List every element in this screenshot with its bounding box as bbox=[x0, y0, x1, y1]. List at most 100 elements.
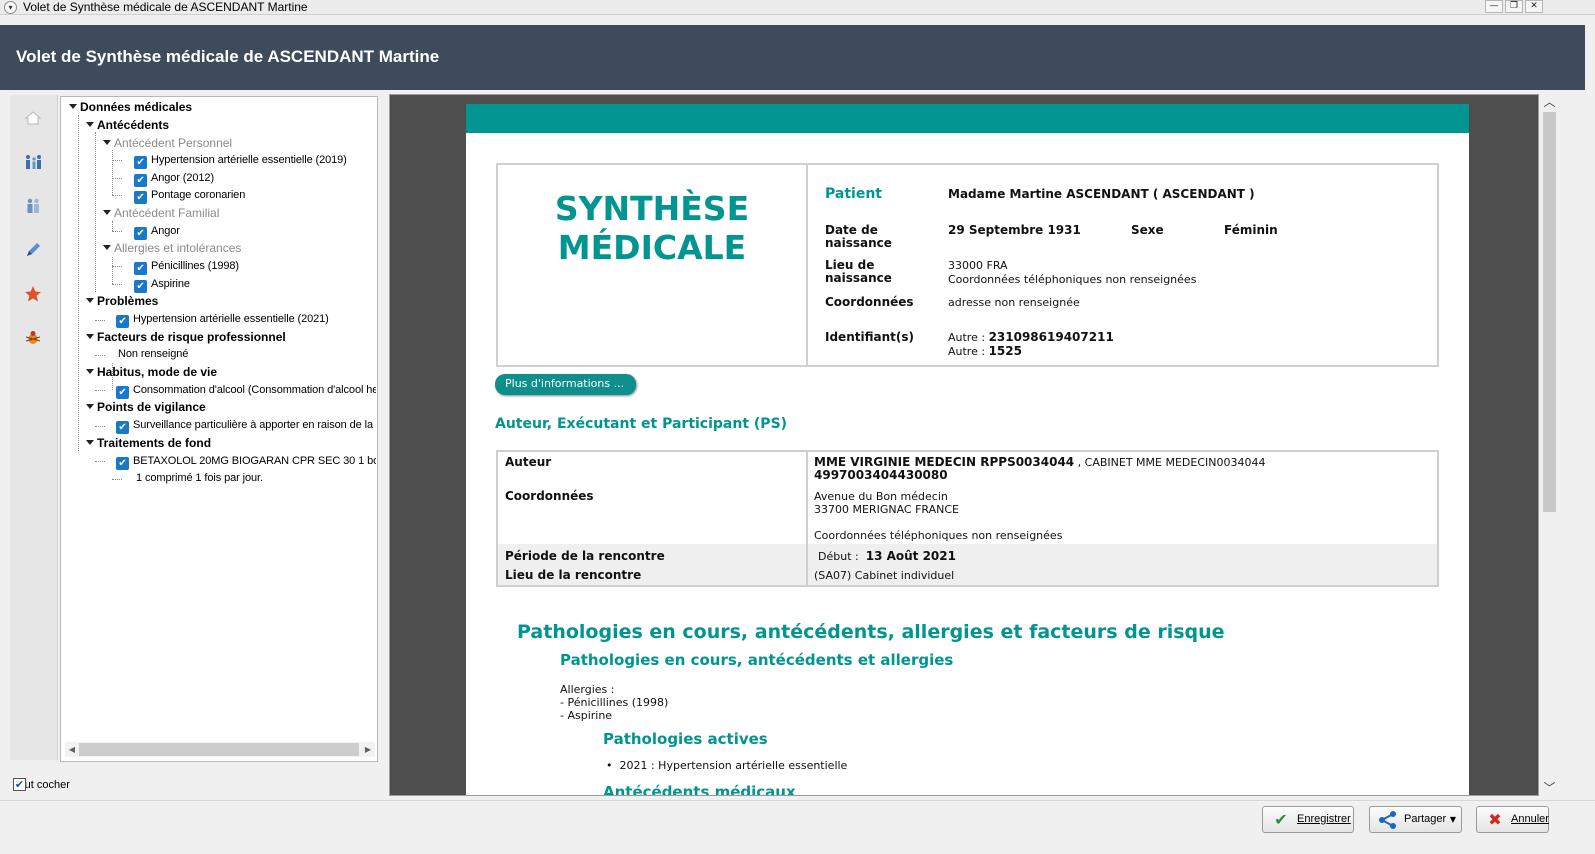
system-menu-icon[interactable]: ▾ bbox=[4, 1, 17, 14]
bottom-action-bar: ✔ Enregistrer Partager ▼ ✖ Annuler bbox=[0, 800, 1595, 837]
auteur-label: Auteur bbox=[505, 455, 552, 469]
periode-value: Début : 13 Août 2021 bbox=[818, 549, 956, 564]
tree-item[interactable]: ✔ Pontage coronarien bbox=[134, 187, 245, 204]
document-title: SYNTHÈSE MÉDICALE bbox=[554, 189, 750, 267]
dob-value: 29 Septembre 1931 bbox=[948, 223, 1081, 237]
coordonnees-label: Coordonnées bbox=[825, 295, 914, 309]
tree-item-detail: 1 comprimé 1 fois par jour. bbox=[136, 472, 263, 484]
dob-label: Date de naissance bbox=[825, 223, 892, 250]
tree-item[interactable]: ✔ Aspirine bbox=[134, 276, 190, 293]
checkbox-checked[interactable]: ✔ bbox=[134, 191, 147, 204]
page-title: Volet de Synthèse médicale de ASCENDANT … bbox=[16, 47, 440, 66]
share-button[interactable]: Partager ▼ bbox=[1369, 806, 1462, 833]
tree-node-facteurs-risque[interactable]: Facteurs de risque professionnel bbox=[86, 329, 286, 346]
auteur-section-title: Auteur, Exécutant et Participant (PS) bbox=[495, 416, 788, 432]
tree-item[interactable]: ✔ Consommation d'alcool (Consommation d'a… bbox=[116, 382, 376, 399]
checkbox-checked[interactable]: ✔ bbox=[134, 156, 147, 169]
tree-node-traitements[interactable]: Traitements de fond bbox=[86, 435, 211, 452]
tree-item[interactable]: ✔ Hypertension artérielle essentielle (20… bbox=[134, 152, 347, 169]
scroll-up-icon[interactable]: ︿ bbox=[1540, 94, 1559, 110]
auteur-coordonnees-label: Coordonnées bbox=[505, 489, 594, 503]
lieu-rencontre-value: (SA07) Cabinet individuel bbox=[814, 569, 955, 582]
icon-sidebar bbox=[10, 95, 58, 760]
check-icon: ✔ bbox=[1274, 810, 1288, 829]
checkbox-checked[interactable]: ✔ bbox=[116, 457, 129, 470]
close-window-button[interactable]: ✕ bbox=[1525, 0, 1543, 13]
pathologies-heading: Pathologies en cours, antécédents, aller… bbox=[517, 621, 1225, 643]
tree-node-allergies[interactable]: Allergies et intolérances bbox=[103, 240, 241, 257]
pathologies-subheading: Pathologies en cours, antécédents et all… bbox=[560, 651, 954, 669]
tree-item[interactable]: ✔ Surveillance particulière à apporter en… bbox=[116, 417, 376, 434]
auteur-id: 4997003404430080 bbox=[814, 468, 948, 482]
identifiants-label: Identifiant(s) bbox=[825, 330, 914, 344]
auteur-address-line2: 33700 MERIGNAC FRANCE bbox=[814, 503, 959, 516]
scroll-right-icon[interactable]: ▶ bbox=[361, 742, 375, 757]
checkbox-checked[interactable]: ✔ bbox=[116, 315, 129, 328]
scroll-down-icon[interactable]: ﹀ bbox=[1540, 780, 1559, 796]
page-header: Volet de Synthèse médicale de ASCENDANT … bbox=[0, 25, 1585, 90]
identifier-row: Autre : 231098619407211 bbox=[948, 330, 1114, 345]
document-page: SYNTHÈSE MÉDICALE Patient Madame Martine… bbox=[466, 104, 1469, 795]
minimize-button[interactable]: — bbox=[1485, 0, 1503, 13]
pen-icon[interactable] bbox=[24, 241, 42, 259]
document-header-band bbox=[466, 104, 1469, 133]
coordonnees-value: adresse non renseignée bbox=[948, 296, 1080, 309]
tree-node-donnees-medicales[interactable]: Données médicales bbox=[69, 99, 192, 116]
scroll-left-icon[interactable]: ◀ bbox=[65, 742, 79, 757]
medical-data-tree: Données médicales Antécédents Antécédent… bbox=[60, 96, 378, 762]
chevron-down-icon[interactable]: ▼ bbox=[1450, 807, 1456, 832]
document-vertical-scrollbar[interactable]: ︿ ﹀ bbox=[1540, 94, 1559, 796]
cancel-button[interactable]: ✖ Annuler bbox=[1476, 806, 1549, 833]
phone-value: Coordonnées téléphoniques non renseignée… bbox=[948, 273, 1197, 286]
checkbox-checked[interactable]: ✔ bbox=[134, 174, 147, 187]
tree-item[interactable]: ✔ Pénicillines (1998) bbox=[134, 258, 239, 275]
scroll-thumb[interactable] bbox=[1543, 112, 1556, 512]
pathologies-actives-heading: Pathologies actives bbox=[603, 730, 768, 748]
scroll-thumb[interactable] bbox=[79, 743, 359, 756]
bug-icon[interactable] bbox=[24, 329, 42, 347]
allergies-item: - Aspirine bbox=[560, 709, 613, 722]
tree-node-antecedents[interactable]: Antécédents bbox=[86, 117, 169, 134]
auteur-address-line1: Avenue du Bon médecin bbox=[814, 490, 948, 503]
tree-item-non-renseigne: Non renseigné bbox=[118, 348, 189, 360]
lieu-naissance-value: 33000 FRA bbox=[948, 259, 1008, 272]
family-icon[interactable] bbox=[24, 153, 42, 171]
pathologie-active-item: • 2021 : Hypertension artérielle essenti… bbox=[606, 759, 848, 772]
checkbox-checked[interactable]: ✔ bbox=[134, 227, 147, 240]
tree-node-problemes[interactable]: Problèmes bbox=[86, 293, 158, 310]
allergies-text: Allergies : bbox=[560, 683, 615, 696]
identifier-row: Autre : 1525 bbox=[948, 344, 1022, 359]
tree-horizontal-scrollbar[interactable]: ◀ ▶ bbox=[65, 742, 375, 757]
sexe-label: Sexe bbox=[1131, 223, 1164, 237]
save-button[interactable]: ✔ Enregistrer bbox=[1262, 806, 1354, 833]
select-all-checkbox[interactable]: ✔ Tout cocher bbox=[13, 778, 70, 792]
checkbox-checked[interactable]: ✔ bbox=[116, 421, 129, 434]
home-icon[interactable] bbox=[24, 109, 42, 127]
tree-item[interactable]: ✔ BETAXOLOL 20MG BIOGARAN CPR SEC 30 1 bo… bbox=[116, 453, 376, 470]
tree-node-points-vigilance[interactable]: Points de vigilance bbox=[86, 399, 206, 416]
close-icon: ✖ bbox=[1488, 810, 1502, 829]
checkbox-checked[interactable]: ✔ bbox=[13, 778, 26, 791]
document-viewer: SYNTHÈSE MÉDICALE Patient Madame Martine… bbox=[389, 94, 1539, 796]
tree-node-antecedent-familial[interactable]: Antécédent Familial bbox=[103, 205, 219, 222]
window-titlebar: ▾ Volet de Synthèse médicale de ASCENDAN… bbox=[0, 0, 1595, 15]
restore-button[interactable]: ❐ bbox=[1505, 0, 1523, 13]
auteur-phone: Coordonnées téléphoniques non renseignée… bbox=[814, 529, 1063, 542]
lieu-rencontre-label: Lieu de la rencontre bbox=[505, 568, 642, 582]
share-icon bbox=[1379, 811, 1396, 829]
tree-item[interactable]: ✔ Angor bbox=[134, 223, 180, 240]
tree-item[interactable]: ✔ Angor (2012) bbox=[134, 170, 214, 187]
checkbox-checked[interactable]: ✔ bbox=[134, 262, 147, 275]
checkbox-checked[interactable]: ✔ bbox=[116, 386, 129, 399]
star-icon[interactable] bbox=[24, 285, 42, 303]
tree-node-antecedent-personnel[interactable]: Antécédent Personnel bbox=[103, 135, 232, 152]
lieu-naissance-label: Lieu de naissance bbox=[825, 258, 892, 285]
tree-item[interactable]: ✔ Hypertension artérielle essentielle (20… bbox=[116, 311, 329, 328]
allergies-item: - Pénicillines (1998) bbox=[560, 696, 669, 709]
sexe-value: Féminin bbox=[1224, 223, 1278, 237]
patient-label: Patient bbox=[825, 186, 882, 202]
checkbox-checked[interactable]: ✔ bbox=[134, 280, 147, 293]
tree-node-habitus[interactable]: Habitus, mode de vie bbox=[86, 364, 217, 381]
more-info-button[interactable]: Plus d'informations ... bbox=[495, 374, 637, 395]
couple-icon[interactable] bbox=[24, 197, 42, 215]
